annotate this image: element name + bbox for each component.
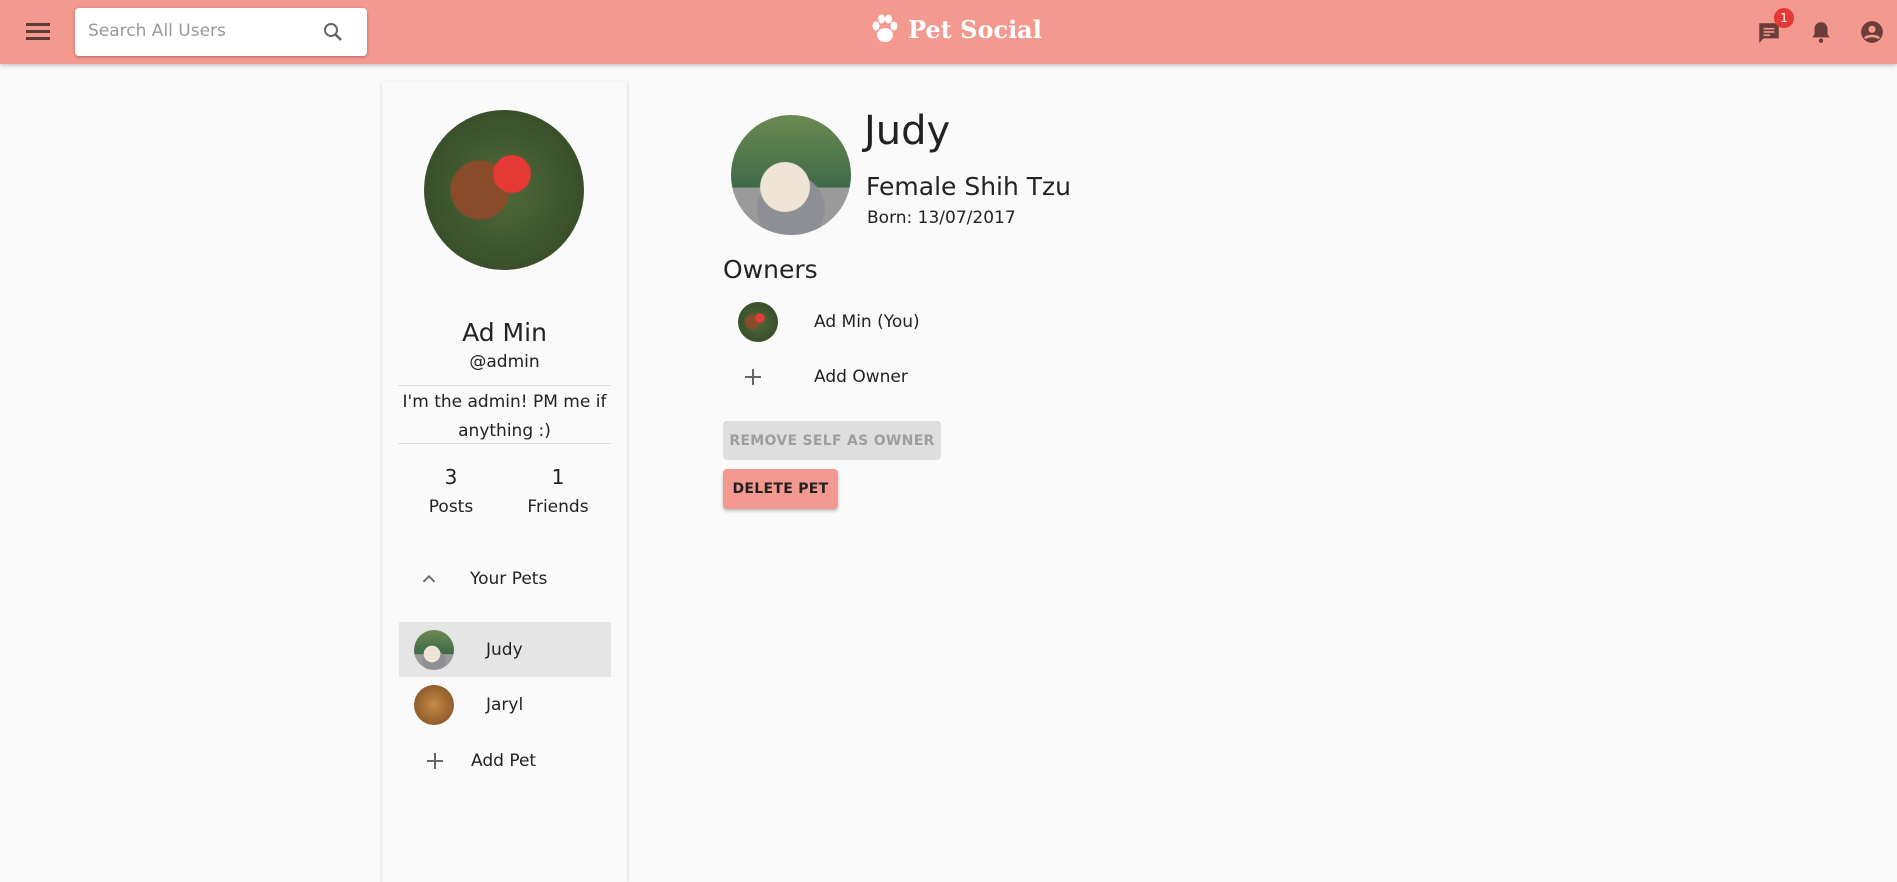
pet-item-jaryl[interactable]: Jaryl	[399, 677, 611, 732]
owner-avatar	[738, 302, 778, 342]
owners-heading: Owners	[723, 255, 818, 284]
profile-name: Ad Min	[462, 318, 547, 347]
pet-name-title: Judy	[864, 108, 951, 154]
plus-icon	[427, 752, 443, 769]
owner-item[interactable]: Ad Min (You)	[738, 301, 920, 343]
add-owner-label: Add Owner	[814, 367, 908, 387]
profile-bio: I'm the admin! PM me if anything :)	[402, 392, 607, 441]
friends-stat[interactable]: 1 Friends	[508, 465, 608, 517]
account-circle-icon[interactable]	[1859, 19, 1885, 45]
your-pets-toggle[interactable]: Your Pets	[399, 566, 547, 592]
message-badge: 1	[1774, 8, 1794, 28]
chevron-up-icon	[422, 574, 436, 583]
app-title: Pet Social	[908, 14, 1042, 44]
add-pet-button[interactable]: Add Pet	[399, 733, 611, 788]
bell-icon[interactable]	[1808, 19, 1834, 45]
divider	[398, 443, 611, 444]
delete-pet-button[interactable]: DELETE PET	[723, 469, 838, 509]
pet-avatar-large[interactable]	[731, 115, 851, 235]
friends-label: Friends	[527, 497, 589, 517]
posts-count: 3	[444, 465, 458, 489]
menu-icon[interactable]	[24, 20, 52, 44]
pet-born-date: Born: 13/07/2017	[867, 208, 1016, 228]
add-owner-button[interactable]: Add Owner	[738, 362, 908, 392]
pet-avatar	[414, 684, 454, 725]
search-input[interactable]	[88, 21, 318, 41]
owner-name: Ad Min (You)	[814, 312, 920, 332]
profile-avatar[interactable]	[424, 110, 584, 270]
friends-count: 1	[551, 465, 565, 489]
posts-label: Posts	[428, 497, 474, 517]
your-pets-label: Your Pets	[470, 569, 548, 589]
pet-avatar	[414, 629, 454, 670]
pet-name: Judy	[486, 639, 523, 660]
divider	[398, 385, 611, 386]
add-pet-label: Add Pet	[471, 750, 537, 771]
app-logo[interactable]: Pet Social	[868, 12, 1042, 46]
app-bar: Pet Social 1	[0, 0, 1897, 64]
paw-icon	[872, 14, 898, 42]
remove-self-as-owner-button[interactable]: REMOVE SELF AS OWNER	[723, 421, 941, 460]
posts-stat[interactable]: 3 Posts	[411, 465, 491, 517]
pet-description: Female Shih Tzu	[866, 172, 1072, 201]
pet-item-judy[interactable]: Judy	[399, 622, 611, 677]
search-icon[interactable]	[321, 20, 345, 44]
search-box[interactable]	[75, 8, 367, 56]
pet-name: Jaryl	[486, 694, 524, 715]
profile-username: @admin	[469, 352, 540, 372]
plus-icon	[745, 369, 761, 385]
